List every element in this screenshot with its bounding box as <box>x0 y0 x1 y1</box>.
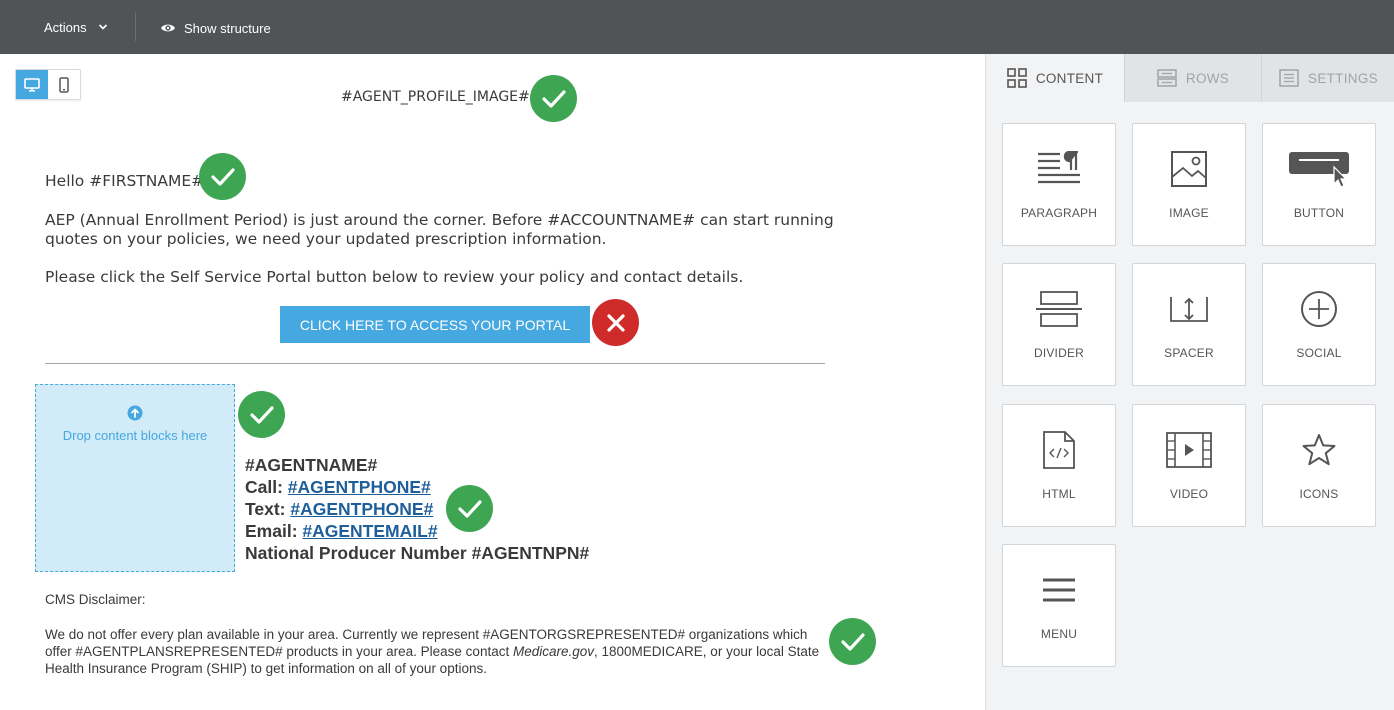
block-video-label: VIDEO <box>1169 487 1209 501</box>
upload-arrow-icon <box>127 405 143 421</box>
agent-email-line: Email: #AGENTEMAIL# <box>245 520 589 542</box>
actions-label: Actions <box>44 19 87 35</box>
block-social[interactable]: SOCIAL <box>1262 263 1376 386</box>
block-paragraph-label: PARAGRAPH <box>1020 206 1098 220</box>
agent-call-link[interactable]: #AGENTPHONE# <box>288 477 431 497</box>
block-image[interactable]: IMAGE <box>1132 123 1246 246</box>
cms-text-medicare: Medicare.gov <box>512 644 595 659</box>
menu-icon <box>1043 578 1075 602</box>
video-icon <box>1166 432 1212 468</box>
show-structure-label: Show structure <box>184 20 271 36</box>
panel-tabs: CONTENT ROWS SETTINGS <box>986 54 1394 102</box>
tab-content[interactable]: CONTENT <box>986 54 1124 102</box>
mobile-view-button[interactable] <box>48 70 80 99</box>
content-divider <box>45 363 825 364</box>
cms-disclaimer-title[interactable]: CMS Disclaimer: <box>45 592 146 607</box>
check-icon <box>238 391 285 438</box>
greeting-text[interactable]: Hello #FIRSTNAME# <box>45 172 204 190</box>
agent-profile-image-placeholder[interactable]: #AGENT_PROFILE_IMAGE# <box>341 89 530 105</box>
desktop-view-button[interactable] <box>16 70 48 99</box>
block-image-label: IMAGE <box>1169 206 1209 220</box>
text-label: Text: <box>245 499 291 519</box>
tab-settings[interactable]: SETTINGS <box>1261 54 1394 102</box>
drop-content-zone[interactable]: Drop content blocks here <box>35 384 235 572</box>
social-icon <box>1301 291 1337 327</box>
block-button-label: BUTTON <box>1293 206 1345 220</box>
email-label: Email: <box>245 521 303 541</box>
tab-rows-label: ROWS <box>1185 70 1230 86</box>
check-icon <box>199 153 246 200</box>
check-icon <box>446 485 493 532</box>
access-portal-button[interactable]: CLICK HERE TO ACCESS YOUR PORTAL <box>280 306 590 343</box>
block-divider-label: DIVIDER <box>1033 346 1085 360</box>
block-html[interactable]: HTML <box>1002 404 1116 527</box>
block-menu-label: MENU <box>1040 627 1078 641</box>
divider-icon <box>1036 291 1082 327</box>
tab-content-label: CONTENT <box>1035 70 1104 86</box>
button-icon <box>1289 152 1349 188</box>
mobile-icon <box>59 76 69 93</box>
grid-icon <box>1007 68 1027 88</box>
block-icons[interactable]: ICONS <box>1262 404 1376 527</box>
intro-paragraph[interactable]: AEP (Annual Enrollment Period) is just a… <box>45 211 835 249</box>
check-icon <box>829 618 876 665</box>
block-spacer-label: SPACER <box>1164 346 1214 360</box>
desktop-icon <box>24 77 40 92</box>
email-canvas: #AGENT_PROFILE_IMAGE# Hello #FIRSTNAME# … <box>0 54 985 710</box>
agent-call-line: Call: #AGENTPHONE# <box>245 476 589 498</box>
block-spacer[interactable]: SPACER <box>1132 263 1246 386</box>
instruction-paragraph[interactable]: Please click the Self Service Portal but… <box>45 268 743 286</box>
call-label: Call: <box>245 477 288 497</box>
device-toggle <box>15 69 81 100</box>
image-icon <box>1171 151 1207 187</box>
editor-side-panel: CONTENT ROWS SETTINGS PARAGRAPH IMAGE BU… <box>985 54 1394 710</box>
actions-menu-button[interactable]: Actions <box>44 17 108 37</box>
rows-icon <box>1157 69 1177 87</box>
agent-email-link[interactable]: #AGENTEMAIL# <box>302 521 437 541</box>
agent-text-link[interactable]: #AGENTPHONE# <box>290 499 433 519</box>
tab-rows[interactable]: ROWS <box>1124 54 1261 102</box>
agent-name: #AGENTNAME# <box>245 455 378 475</box>
block-paragraph[interactable]: PARAGRAPH <box>1002 123 1116 246</box>
cms-disclaimer-body[interactable]: We do not offer every plan available in … <box>45 626 835 677</box>
html-icon <box>1043 431 1075 469</box>
chevron-down-icon <box>98 24 107 30</box>
block-video[interactable]: VIDEO <box>1132 404 1246 527</box>
agent-signature-block[interactable]: #AGENTNAME# Call: #AGENTPHONE# Text: #AG… <box>245 454 589 564</box>
block-html-label: HTML <box>1042 487 1076 501</box>
top-toolbar: Actions Show structure <box>0 0 1394 54</box>
settings-icon <box>1279 69 1299 87</box>
agent-npn: National Producer Number #AGENTNPN# <box>245 543 590 563</box>
block-menu[interactable]: MENU <box>1002 544 1116 667</box>
block-button[interactable]: BUTTON <box>1262 123 1376 246</box>
block-social-label: SOCIAL <box>1296 346 1342 360</box>
eye-icon <box>161 24 175 32</box>
block-icons-label: ICONS <box>1299 487 1339 501</box>
check-icon <box>530 75 577 122</box>
paragraph-icon <box>1038 151 1080 184</box>
show-structure-button[interactable]: Show structure <box>160 18 271 38</box>
block-divider[interactable]: DIVIDER <box>1002 263 1116 386</box>
star-icon <box>1302 434 1336 466</box>
drop-placeholder-text: Drop content blocks here <box>62 428 208 443</box>
toolbar-divider <box>135 12 136 41</box>
tab-settings-label: SETTINGS <box>1308 70 1378 86</box>
spacer-icon <box>1170 297 1208 322</box>
error-x-icon <box>592 299 639 346</box>
agent-text-line: Text: #AGENTPHONE# <box>245 498 589 520</box>
